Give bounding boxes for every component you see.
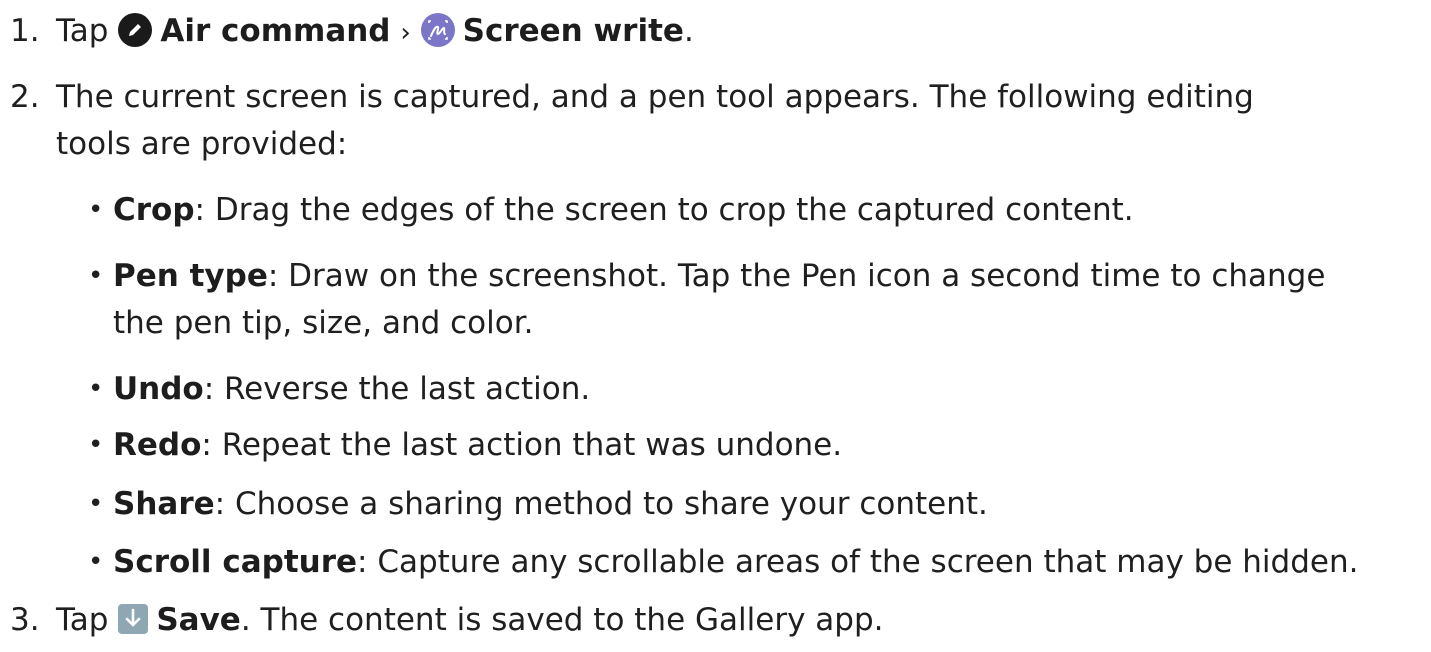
step-number: 2. xyxy=(10,79,40,115)
description: : Choose a sharing method to share your … xyxy=(214,486,988,522)
air-command-label: Air command xyxy=(160,13,391,49)
pen-circle-icon xyxy=(118,12,153,47)
screen-write-icon xyxy=(420,12,455,47)
instructions-page: 1. Tap Air command › Screen write. 2. Th… xyxy=(10,12,1359,638)
download-arrow-icon xyxy=(118,603,149,634)
save-label: Save xyxy=(156,602,241,638)
description: : Reverse the last action. xyxy=(203,371,591,407)
step-text-rest: . The content is saved to the Gallery ap… xyxy=(240,602,884,638)
bullet: • xyxy=(88,195,104,225)
step-text: tools are provided: xyxy=(56,126,348,162)
bullet: • xyxy=(88,374,104,404)
term: Crop xyxy=(113,192,195,228)
step-number: 1. xyxy=(10,13,40,49)
description: : Capture any scrollable areas of the sc… xyxy=(357,544,1359,580)
description: the pen tip, size, and color. xyxy=(113,305,534,341)
description: : Drag the edges of the screen to crop t… xyxy=(194,192,1134,228)
term: Scroll capture xyxy=(113,544,358,580)
bullet: • xyxy=(88,430,104,460)
term: Undo xyxy=(113,371,204,407)
term: Redo xyxy=(113,427,202,463)
description: : Draw on the screenshot. Tap the Pen ic… xyxy=(267,258,1326,294)
bullet: • xyxy=(88,547,104,577)
bullet: • xyxy=(88,261,104,291)
term: Share xyxy=(113,486,215,522)
description: : Repeat the last action that was undone… xyxy=(201,427,843,463)
screen-write-label: Screen write xyxy=(462,13,684,49)
separator-chevron: › xyxy=(400,18,411,48)
step-number: 3. xyxy=(10,602,40,638)
term: Pen type xyxy=(113,258,268,294)
bullet: • xyxy=(88,489,104,519)
step-text: Tap xyxy=(56,602,109,638)
step-text: The current screen is captured, and a pe… xyxy=(56,79,1254,115)
step-text: Tap xyxy=(56,13,109,49)
